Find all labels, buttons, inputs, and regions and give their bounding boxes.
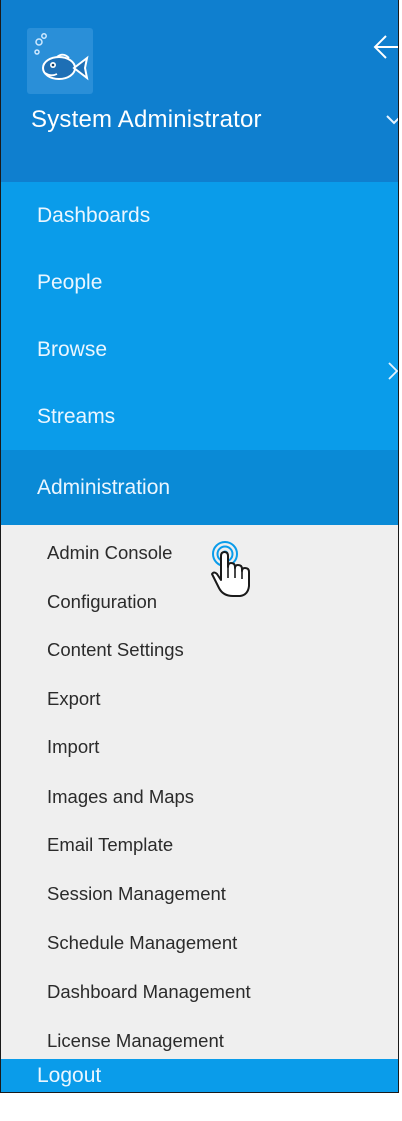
logout-label: Logout	[37, 1064, 102, 1087]
menu-item-import[interactable]: Import	[47, 736, 99, 758]
hand-pointer-icon	[207, 540, 255, 602]
user-name[interactable]: System Administrator	[31, 106, 262, 134]
menu-item-content-settings[interactable]: Content Settings	[47, 639, 184, 661]
nav-item-dashboards[interactable]: Dashboards	[1, 182, 398, 249]
chevron-right-icon	[388, 340, 398, 380]
fish-logo-icon	[27, 28, 93, 94]
user-header: System Administrator	[1, 0, 398, 182]
menu-item-session-management[interactable]: Session Management	[47, 883, 226, 905]
menu-item-license-management[interactable]: License Management	[47, 1030, 224, 1052]
nav-item-label: Administration	[37, 476, 171, 499]
nav-item-administration[interactable]: Administration	[1, 450, 398, 525]
menu-item-images-and-maps[interactable]: Images and Maps	[47, 786, 194, 808]
arrow-left-icon[interactable]	[373, 32, 398, 62]
nav-item-streams[interactable]: Streams	[1, 383, 398, 450]
logout-button[interactable]: Logout	[1, 1059, 398, 1092]
menu-item-configuration[interactable]: Configuration	[47, 591, 157, 613]
menu-item-admin-console[interactable]: Admin Console	[47, 542, 172, 564]
nav-item-label: Streams	[37, 405, 116, 428]
menu-item-export[interactable]: Export	[47, 688, 100, 710]
menu-item-email-template[interactable]: Email Template	[47, 834, 173, 856]
menu-item-schedule-management[interactable]: Schedule Management	[47, 932, 237, 954]
chevron-down-icon[interactable]	[386, 113, 398, 125]
nav-item-label: People	[37, 271, 103, 294]
nav-item-people[interactable]: People	[1, 249, 398, 316]
sidebar-menu: System Administrator Dashboards People B…	[0, 0, 399, 1093]
menu-item-dashboard-management[interactable]: Dashboard Management	[47, 981, 251, 1003]
nav-item-label: Dashboards	[37, 204, 151, 227]
nav-item-label: Browse	[37, 338, 108, 361]
admin-submenu: Admin Console Configuration Content Sett…	[1, 525, 398, 1059]
nav-item-browse[interactable]: Browse	[1, 316, 398, 383]
